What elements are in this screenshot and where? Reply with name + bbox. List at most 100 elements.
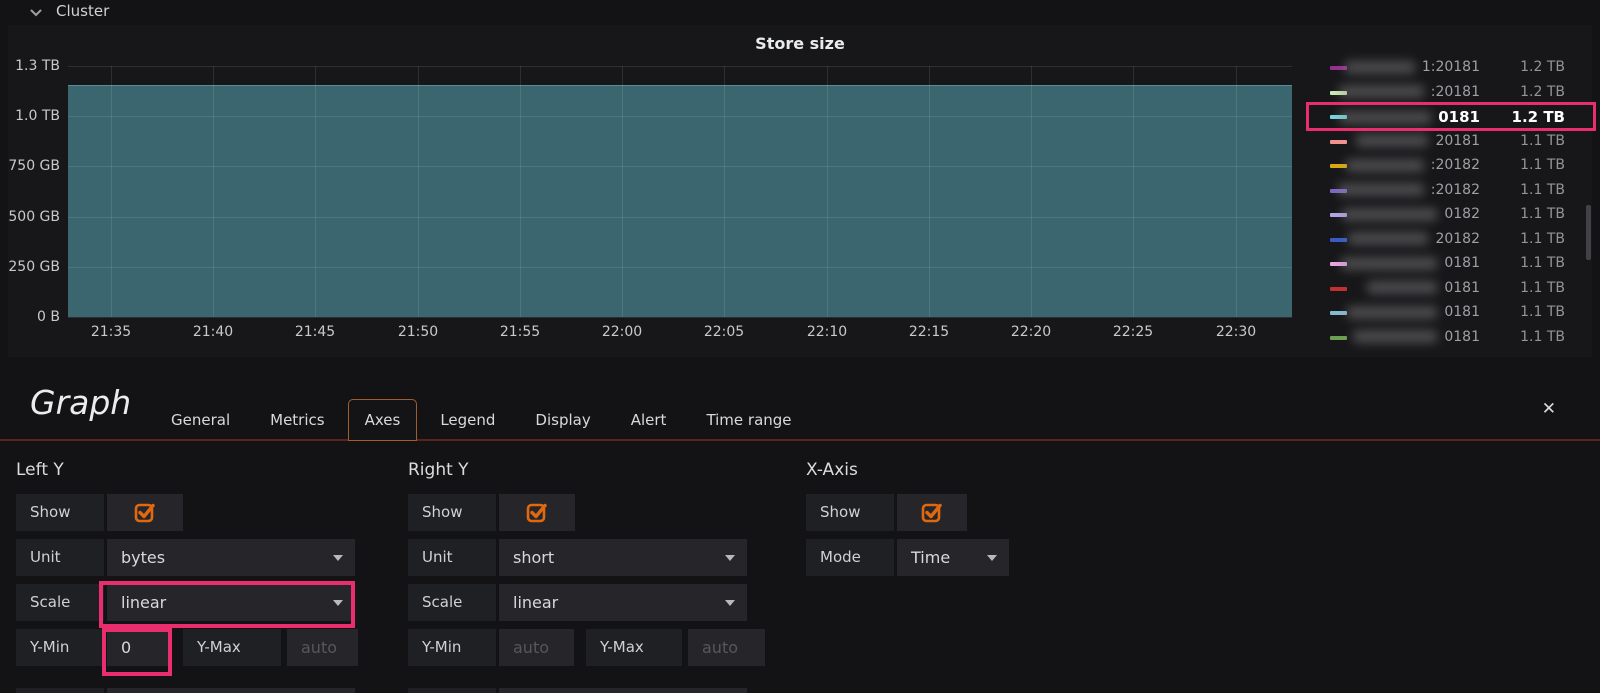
y-tick: 1.3 TB: [8, 57, 60, 75]
partial-row: [408, 688, 496, 693]
caret-down-icon: [333, 555, 343, 561]
series-name: 20181: [1356, 133, 1480, 149]
unit-label: Unit: [408, 539, 496, 576]
panel-editor-header: Graph General Metrics Axes Legend Displa…: [0, 357, 1600, 441]
ymax-label: Y-Max: [183, 629, 281, 666]
right-y-scale-select[interactable]: linear: [499, 584, 747, 621]
series-value: 1.1 TB: [1501, 133, 1565, 149]
ymin-label: Y-Min: [408, 629, 496, 666]
x-tick: 22:05: [684, 324, 764, 340]
x-axis-mode-value: Time: [911, 548, 950, 567]
legend-row[interactable]: 0182 1.1 TB: [1307, 203, 1592, 228]
cluster-row-header[interactable]: Cluster: [0, 0, 1600, 22]
series-value: 1.2 TB: [1501, 108, 1565, 126]
tab-metrics[interactable]: Metrics: [253, 399, 341, 441]
tab-display[interactable]: Display: [518, 399, 607, 441]
series-name: 20182: [1348, 231, 1480, 247]
series-name: :20182: [1338, 182, 1480, 198]
x-tick: 21:50: [378, 324, 458, 340]
series-color-dash: [1330, 311, 1347, 315]
show-label: Show: [806, 494, 894, 531]
legend-row[interactable]: :20181 1.2 TB: [1307, 81, 1592, 106]
legend-row[interactable]: 0181 1.1 TB: [1307, 301, 1592, 326]
right-y-show-checkbox[interactable]: [499, 494, 575, 531]
series-name: 0181: [1347, 304, 1480, 320]
series-value: 1.1 TB: [1501, 231, 1565, 247]
legend-row[interactable]: :20182 1.1 TB: [1307, 179, 1592, 204]
legend-row[interactable]: :20182 1.1 TB: [1307, 154, 1592, 179]
legend-row[interactable]: 20181 1.1 TB: [1307, 130, 1592, 155]
graph-panel: Store size 1.3 TB 1.0 TB 750 GB 500 GB 2…: [8, 25, 1592, 357]
legend-row[interactable]: 0181 1.1 TB: [1307, 252, 1592, 277]
area-series-fill: [68, 85, 1292, 317]
series-value: 1.1 TB: [1501, 304, 1565, 320]
editor-tabs: General Metrics Axes Legend Display Aler…: [154, 399, 815, 441]
caret-down-icon: [333, 600, 343, 606]
right-y-ymax-input[interactable]: [688, 629, 765, 666]
series-name: 0181: [1367, 280, 1480, 296]
right-y-ymin-input[interactable]: [499, 629, 574, 666]
legend: 1:20181 1.2 TB :20181 1.2 TB 0181 1.2 TB…: [1307, 56, 1592, 350]
caret-down-icon: [725, 555, 735, 561]
x-tick: 21:35: [71, 324, 151, 340]
left-y-show-checkbox[interactable]: [107, 494, 183, 531]
tab-alert[interactable]: Alert: [614, 399, 684, 441]
legend-row[interactable]: 20182 1.1 TB: [1307, 228, 1592, 253]
legend-row-highlighted[interactable]: 0181 1.2 TB: [1307, 105, 1592, 130]
left-y-ymax-input[interactable]: [287, 629, 358, 666]
panel-type-title: Graph: [30, 383, 131, 422]
close-icon[interactable]: ✕: [1542, 399, 1556, 419]
series-value: 1.1 TB: [1501, 329, 1565, 345]
series-name: 0181: [1339, 108, 1480, 126]
series-value: 1.2 TB: [1501, 59, 1565, 75]
mode-label: Mode: [806, 539, 894, 576]
tab-legend[interactable]: Legend: [423, 399, 512, 441]
section-title: Left Y: [16, 460, 358, 482]
ymax-label: Y-Max: [586, 629, 682, 666]
right-y-scale-value: linear: [513, 593, 558, 612]
tab-general[interactable]: General: [154, 399, 247, 441]
legend-scrollbar[interactable]: [1586, 205, 1591, 260]
right-y-unit-value: short: [513, 548, 554, 567]
y-tick: 500 GB: [8, 208, 60, 226]
series-value: 1.1 TB: [1501, 206, 1565, 222]
section-x-axis: X-Axis Show Mode Time: [806, 460, 1009, 584]
series-name: 0181: [1341, 255, 1480, 271]
series-value: 1.2 TB: [1501, 84, 1565, 100]
left-y-unit-select[interactable]: bytes: [107, 539, 355, 576]
x-tick: 21:55: [480, 324, 560, 340]
tab-time-range[interactable]: Time range: [689, 399, 808, 441]
section-title: X-Axis: [806, 460, 1009, 482]
left-y-unit-value: bytes: [121, 548, 165, 567]
checkbox-checked-icon: [133, 501, 157, 525]
tab-bar-underline: [0, 439, 1600, 441]
series-color-dash: [1330, 164, 1347, 168]
series-value: 1.1 TB: [1501, 280, 1565, 296]
panel-title: Store size: [8, 34, 1592, 53]
x-axis-mode-select[interactable]: Time: [897, 539, 1009, 576]
x-tick: 21:45: [275, 324, 355, 340]
legend-row[interactable]: 0181 1.1 TB: [1307, 326, 1592, 351]
x-tick: 22:30: [1196, 324, 1276, 340]
plot-area[interactable]: [68, 66, 1292, 317]
series-value: 1.1 TB: [1501, 182, 1565, 198]
partial-row: [107, 688, 355, 693]
series-color-dash: [1330, 140, 1347, 144]
caret-down-icon: [987, 555, 997, 561]
right-y-unit-select[interactable]: short: [499, 539, 747, 576]
chevron-down-icon: [30, 2, 42, 21]
unit-label: Unit: [16, 539, 104, 576]
tab-axes[interactable]: Axes: [348, 399, 418, 441]
show-label: Show: [16, 494, 104, 531]
legend-row[interactable]: 1:20181 1.2 TB: [1307, 56, 1592, 81]
series-color-dash: [1330, 238, 1347, 242]
series-name: 0181: [1353, 329, 1480, 345]
legend-row[interactable]: 0181 1.1 TB: [1307, 277, 1592, 302]
left-y-ymin-input[interactable]: [107, 629, 171, 666]
left-y-scale-select[interactable]: linear: [107, 584, 355, 621]
y-tick: 750 GB: [8, 157, 60, 175]
checkbox-checked-icon: [920, 501, 944, 525]
x-axis-show-checkbox[interactable]: [897, 494, 967, 531]
ymin-label: Y-Min: [16, 629, 104, 666]
x-tick: 22:20: [991, 324, 1071, 340]
